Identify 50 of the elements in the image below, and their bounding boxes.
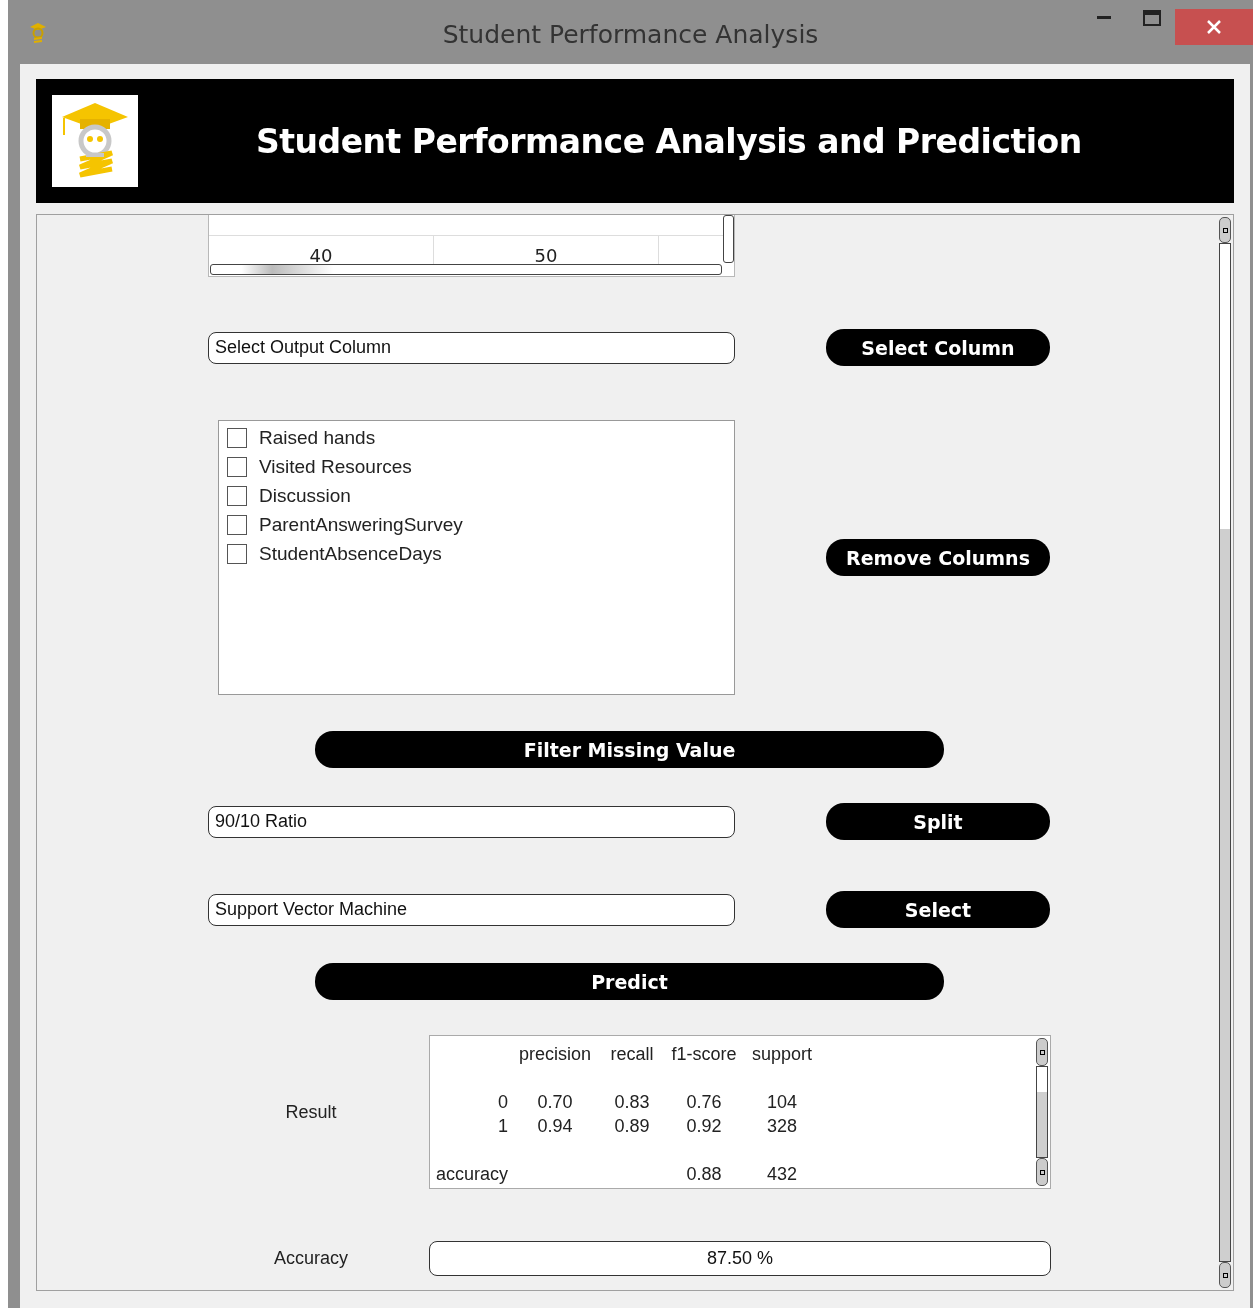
report-value: 0.88: [685, 1164, 723, 1186]
split-button[interactable]: Split: [826, 803, 1050, 840]
report-value: 0.94: [536, 1116, 574, 1138]
column-name: Raised hands: [259, 427, 376, 449]
checkbox[interactable]: [227, 515, 247, 535]
checkbox[interactable]: [227, 486, 247, 506]
result-label: Result: [284, 1101, 338, 1123]
report-value: 104: [765, 1092, 798, 1114]
predict-button[interactable]: Predict: [315, 963, 944, 1000]
remove-columns-button[interactable]: Remove Columns: [826, 539, 1050, 576]
output-column-dropdown[interactable]: Select Output Column: [208, 331, 735, 364]
select-column-button[interactable]: Select Column: [826, 329, 1050, 366]
report-header: precision: [517, 1044, 592, 1066]
accuracy-field: 87.50 %: [429, 1241, 1051, 1276]
column-name: Discussion: [259, 485, 351, 507]
close-icon: [1206, 19, 1222, 35]
maximize-icon: [1143, 10, 1161, 26]
report-value: 328: [765, 1116, 798, 1138]
close-button[interactable]: [1175, 9, 1253, 45]
report-header: recall: [609, 1044, 655, 1066]
app-heading: Student Performance Analysis and Prediction: [256, 121, 1082, 161]
report-value: 0.83: [613, 1092, 651, 1114]
report-value: 0: [497, 1092, 509, 1114]
vertical-scrollbar[interactable]: [1219, 217, 1231, 1288]
table-scrollbar[interactable]: [210, 264, 722, 275]
model-dropdown[interactable]: Support Vector Machine: [208, 893, 735, 926]
bulb-icon: [28, 22, 48, 46]
report-value: 0.89: [613, 1116, 651, 1138]
window-title: Student Performance Analysis: [442, 20, 819, 49]
report-header: support: [750, 1044, 813, 1066]
minimize-icon: [1097, 16, 1111, 20]
accuracy-label: Accuracy: [273, 1248, 349, 1269]
column-name: StudentAbsenceDays: [259, 543, 442, 565]
report-value: 0.70: [536, 1092, 574, 1114]
table-scrollbar[interactable]: [723, 215, 734, 263]
report-value: 432: [765, 1164, 798, 1186]
report-value: 0.92: [685, 1116, 723, 1138]
report-value: 1: [497, 1116, 509, 1138]
select-button[interactable]: Select: [826, 891, 1050, 928]
report-value: accuracy: [434, 1164, 509, 1186]
filter-missing-value-button[interactable]: Filter Missing Value: [315, 731, 944, 768]
column-name: ParentAnsweringSurvey: [259, 514, 463, 536]
checkbox[interactable]: [227, 457, 247, 477]
result-scrollbar[interactable]: [1036, 1038, 1048, 1186]
column-name: Visited Resources: [259, 456, 412, 478]
checkbox[interactable]: [227, 428, 247, 448]
split-ratio-dropdown[interactable]: 90/10 Ratio: [208, 805, 735, 838]
report-header: f1-score: [670, 1044, 738, 1066]
report-value: 0.76: [685, 1092, 723, 1114]
checkbox[interactable]: [227, 544, 247, 564]
